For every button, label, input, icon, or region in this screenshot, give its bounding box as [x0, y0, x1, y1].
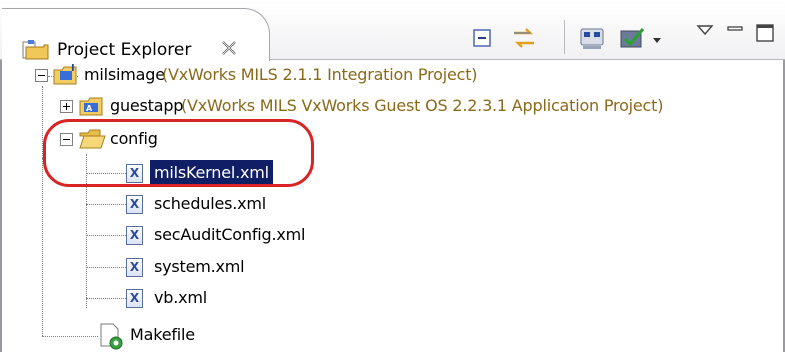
xml-file-icon: X — [126, 289, 143, 308]
close-icon[interactable] — [218, 37, 240, 59]
minimize-icon[interactable] — [722, 18, 750, 46]
project-tree: I milsimage (VxWorks MILS 2.1.1 Integrat… — [0, 60, 785, 356]
tab-title: Project Explorer — [57, 40, 192, 60]
expand-toggle[interactable] — [60, 100, 73, 113]
dropdown-arrow-icon[interactable] — [650, 24, 666, 52]
tree-item-milsimage[interactable]: I milsimage (VxWorks MILS 2.1.1 Integrat… — [0, 62, 785, 88]
tree-item-label: system.xml — [154, 257, 245, 276]
tab-project-explorer[interactable]: Project Explorer — [2, 8, 270, 61]
tree-item-label: vb.xml — [154, 288, 208, 307]
collapse-toggle[interactable] — [35, 69, 48, 82]
tree-item-guestapp[interactable]: A guestapp (VxWorks MILS VxWorks Guest O… — [0, 93, 785, 119]
toolbar-separator — [564, 20, 565, 54]
panel-bottom-edge — [0, 352, 785, 356]
xml-file-icon: X — [126, 195, 143, 214]
tree-item-label: secAuditConfig.xml — [154, 225, 306, 244]
build-check-icon[interactable] — [618, 24, 646, 52]
svg-text:I: I — [71, 63, 75, 74]
integration-project-icon: I — [52, 62, 80, 92]
tree-item-file[interactable]: X system.xml — [0, 254, 280, 280]
tree-item-label: Makefile — [130, 325, 195, 344]
tree-item-file[interactable]: X secAuditConfig.xml — [0, 222, 340, 248]
xml-file-icon: X — [126, 258, 143, 277]
tree-item-decoration: (VxWorks MILS VxWorks Guest OS 2.2.3.1 A… — [181, 96, 664, 115]
view-menu-icon[interactable] — [692, 18, 720, 46]
link-with-editor-icon[interactable] — [510, 24, 538, 52]
tree-item-label: guestapp — [110, 96, 184, 115]
tree-item-label: milsimage — [84, 65, 165, 84]
maximize-icon[interactable] — [752, 18, 780, 46]
highlight-annotation-ring — [43, 119, 314, 187]
tree-item-decoration: (VxWorks MILS 2.1.1 Integration Project) — [162, 65, 478, 84]
xml-file-icon: X — [126, 226, 143, 245]
view-title-bar: Project Explorer — [0, 0, 785, 61]
collapse-all-icon[interactable] — [468, 24, 496, 52]
svg-text:A: A — [86, 104, 93, 113]
tree-item-file[interactable]: X schedules.xml — [0, 191, 310, 217]
connect-target-icon[interactable] — [578, 24, 606, 52]
tree-item-file[interactable]: X vb.xml — [0, 285, 240, 311]
tree-item-makefile[interactable]: Makefile — [0, 322, 240, 350]
tree-item-label: schedules.xml — [154, 194, 267, 213]
makefile-icon — [98, 322, 126, 354]
